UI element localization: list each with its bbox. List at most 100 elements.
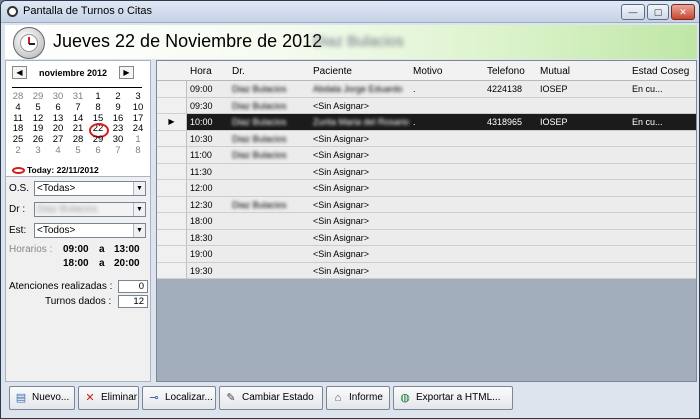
calendar-day[interactable]: 5 bbox=[28, 102, 48, 114]
col-hora[interactable]: Hora bbox=[190, 66, 212, 77]
cell-hora: 19:30 bbox=[190, 265, 213, 276]
delete-button[interactable]: ✕ Eliminar bbox=[78, 386, 139, 410]
table-row[interactable]: 19:30 <Sin Asignar> bbox=[187, 262, 696, 279]
range-separator: a bbox=[99, 244, 105, 255]
cell-hora: 18:30 bbox=[190, 232, 213, 243]
next-month-button[interactable]: ▶ bbox=[119, 66, 134, 79]
table-row[interactable]: 10:30 Diaz Bulacios <Sin Asignar> bbox=[187, 130, 696, 147]
calendar-day[interactable]: 7 bbox=[68, 102, 88, 114]
today-label: Today: 22/11/2012 bbox=[27, 165, 99, 175]
calendar-days-grid: 28 29 30 31 1 2 3 4 5 6 7 8 9 10 11 12 1… bbox=[8, 91, 148, 157]
turnos-label: Turnos dados : bbox=[45, 296, 112, 307]
calendar-day[interactable]: 8 bbox=[88, 102, 108, 114]
cell-motivo: . bbox=[413, 84, 416, 94]
cell-dr: Diaz Bulacios bbox=[232, 117, 287, 127]
appointments-grid[interactable]: Hora Dr. Paciente Motivo Telefono Mutual… bbox=[156, 60, 697, 382]
status-select[interactable]: <Todos> ▼ bbox=[34, 223, 146, 238]
cell-estado: En cu... bbox=[632, 84, 663, 94]
horarios-label: Horarios : bbox=[9, 244, 53, 255]
table-row[interactable]: 11:00 Diaz Bulacios <Sin Asignar> bbox=[187, 147, 696, 164]
row-selector[interactable]: ▶ bbox=[157, 114, 187, 131]
app-icon bbox=[7, 6, 18, 17]
calendar-day[interactable]: 6 bbox=[88, 145, 108, 157]
cell-paciente: <Sin Asignar> bbox=[313, 150, 370, 160]
calendar-day[interactable]: 3 bbox=[28, 145, 48, 157]
calendar-day[interactable]: 7 bbox=[108, 145, 128, 157]
col-dr[interactable]: Dr. bbox=[232, 66, 245, 77]
col-paciente[interactable]: Paciente bbox=[313, 66, 352, 77]
row-selector[interactable] bbox=[157, 262, 187, 279]
col-estado[interactable]: Estad Coseg bbox=[632, 66, 689, 77]
doctor-select[interactable]: Diaz Bulacios ▼ bbox=[34, 202, 146, 217]
chevron-down-icon[interactable]: ▼ bbox=[133, 203, 145, 216]
table-row[interactable]: 09:00 Diaz Bulacios Abdala Jorge Eduardo. 4… bbox=[187, 81, 696, 98]
table-row[interactable]: 09:30 Diaz Bulacios <Sin Asignar> bbox=[187, 97, 696, 114]
cell-paciente: Zurita Maria del Rosario bbox=[313, 117, 410, 127]
row-selector[interactable] bbox=[157, 81, 187, 98]
cell-dr: Diaz Bulacios bbox=[232, 133, 287, 144]
title-bar[interactable]: Pantalla de Turnos o Citas — ▢ ✕ bbox=[1, 1, 699, 23]
locate-key-icon: ⊸ bbox=[149, 392, 159, 404]
appointments-window: Pantalla de Turnos o Citas — ▢ ✕ Jueves … bbox=[0, 0, 700, 419]
close-button[interactable]: ✕ bbox=[671, 4, 695, 20]
locate-button[interactable]: ⊸ Localizar... bbox=[142, 386, 216, 410]
report-button[interactable]: ⌂ Informe bbox=[326, 386, 390, 410]
minimize-button[interactable]: — bbox=[621, 4, 645, 20]
grid-header: Hora Dr. Paciente Motivo Telefono Mutual… bbox=[157, 61, 696, 81]
calendar-day[interactable]: 5 bbox=[68, 145, 88, 157]
calendar-day[interactable]: 4 bbox=[48, 145, 68, 157]
cell-paciente: <Sin Asignar> bbox=[313, 249, 370, 259]
calendar-day[interactable]: 4 bbox=[8, 102, 28, 114]
chevron-down-icon[interactable]: ▼ bbox=[133, 182, 145, 195]
table-row[interactable]: 18:00 <Sin Asignar> bbox=[187, 213, 696, 230]
row-selector[interactable] bbox=[157, 97, 187, 114]
calendar-day[interactable]: 8 bbox=[128, 145, 148, 157]
export-html-button-label: Exportar a HTML... bbox=[416, 392, 501, 403]
today-link[interactable]: Today: 22/11/2012 bbox=[12, 165, 99, 175]
table-row[interactable]: 10:00 Diaz Bulacios Zurita Maria del Rosar… bbox=[187, 114, 696, 131]
cell-dr: Diaz Bulacios bbox=[232, 150, 287, 160]
calendar-day[interactable]: 10 bbox=[128, 102, 148, 114]
row-selector[interactable] bbox=[157, 229, 187, 246]
table-row[interactable]: 18:30 <Sin Asignar> bbox=[187, 229, 696, 246]
atenciones-label: Atenciones realizadas : bbox=[9, 281, 113, 292]
header-doctor-name: Diaz Bulacios bbox=[313, 33, 404, 50]
maximize-button[interactable]: ▢ bbox=[647, 4, 669, 20]
col-mutual[interactable]: Mutual bbox=[540, 66, 570, 77]
report-button-label: Informe bbox=[349, 392, 383, 403]
report-icon: ⌂ bbox=[334, 392, 342, 404]
prev-month-button[interactable]: ◀ bbox=[12, 66, 27, 79]
change-status-button[interactable]: ✎ Cambiar Estado bbox=[219, 386, 323, 410]
row-selector[interactable] bbox=[157, 213, 187, 230]
new-button[interactable]: ▤ Nuevo... bbox=[9, 386, 75, 410]
calendar-day[interactable]: 6 bbox=[48, 102, 68, 114]
table-row[interactable]: 12:00 <Sin Asignar> bbox=[187, 180, 696, 197]
cell-hora: 10:30 bbox=[190, 133, 213, 144]
left-panel: ◀ noviembre 2012 ▶ 28 29 30 31 1 2 3 4 5… bbox=[5, 60, 151, 382]
action-bar: ▤ Nuevo... ✕ Eliminar ⊸ Localizar... ✎ Cambi… bbox=[5, 383, 697, 416]
row-selector[interactable] bbox=[157, 147, 187, 164]
col-telefono[interactable]: Telefono bbox=[487, 66, 525, 77]
locate-button-label: Localizar... bbox=[165, 392, 213, 403]
chevron-down-icon[interactable]: ▼ bbox=[133, 224, 145, 237]
delete-x-icon: ✕ bbox=[85, 392, 95, 404]
cell-mutual: IOSEP bbox=[540, 84, 568, 94]
cell-dr: Diaz Bulacios bbox=[232, 84, 287, 94]
calendar-day[interactable]: 9 bbox=[108, 102, 128, 114]
row-selector[interactable] bbox=[157, 246, 187, 263]
row-selector[interactable] bbox=[157, 180, 187, 197]
row-selector[interactable] bbox=[157, 163, 187, 180]
cell-paciente: Abdala Jorge Eduardo bbox=[313, 84, 403, 94]
row-selector[interactable] bbox=[157, 196, 187, 213]
atenciones-value: 0 bbox=[118, 280, 148, 293]
os-select[interactable]: <Todas> ▼ bbox=[34, 181, 146, 196]
col-motivo[interactable]: Motivo bbox=[413, 66, 442, 77]
table-row[interactable]: 19:00 <Sin Asignar> bbox=[187, 246, 696, 263]
export-html-button[interactable]: ◍ Exportar a HTML... bbox=[393, 386, 513, 410]
cell-paciente: <Sin Asignar> bbox=[313, 183, 370, 193]
cell-mutual: IOSEP bbox=[540, 117, 568, 127]
row-selector[interactable] bbox=[157, 130, 187, 147]
calendar-day[interactable]: 2 bbox=[8, 145, 28, 157]
table-row[interactable]: 12:30 Diaz Bulacios <Sin Asignar> bbox=[187, 196, 696, 213]
table-row[interactable]: 11:30 <Sin Asignar> bbox=[187, 163, 696, 180]
